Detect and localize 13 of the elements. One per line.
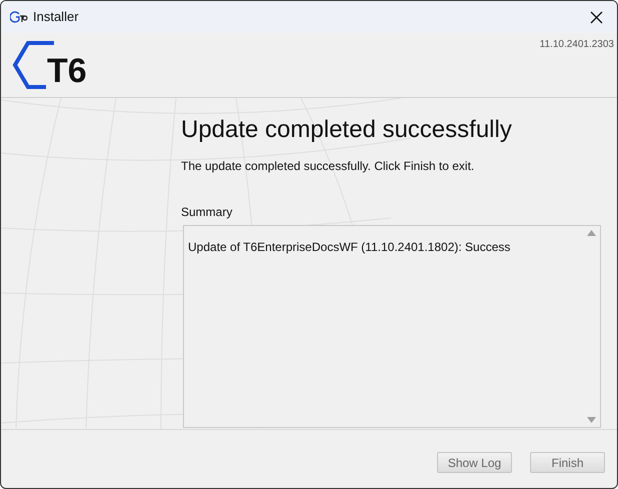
dialog-button[interactable]: Show Log: [437, 452, 512, 473]
close-icon: [590, 10, 602, 24]
scroll-up-icon[interactable]: [587, 230, 596, 236]
status-message: The update completed successfully. Click Finish to exit.: [181, 158, 476, 175]
page-heading: Update completed successfully: [181, 115, 513, 145]
version-label: 11.10.2401.2303: [540, 38, 614, 52]
window-title: Installer: [33, 8, 79, 26]
dialog-button[interactable]: Finish: [530, 452, 605, 473]
logo-text: T6: [47, 54, 87, 88]
scroll-down-icon[interactable]: [587, 417, 596, 423]
app-icon: [10, 11, 28, 23]
summary-label: Summary: [181, 204, 234, 221]
summary-line: Update of T6EnterpriseDocsWF (11.10.2401.1802): Success: [188, 239, 512, 256]
